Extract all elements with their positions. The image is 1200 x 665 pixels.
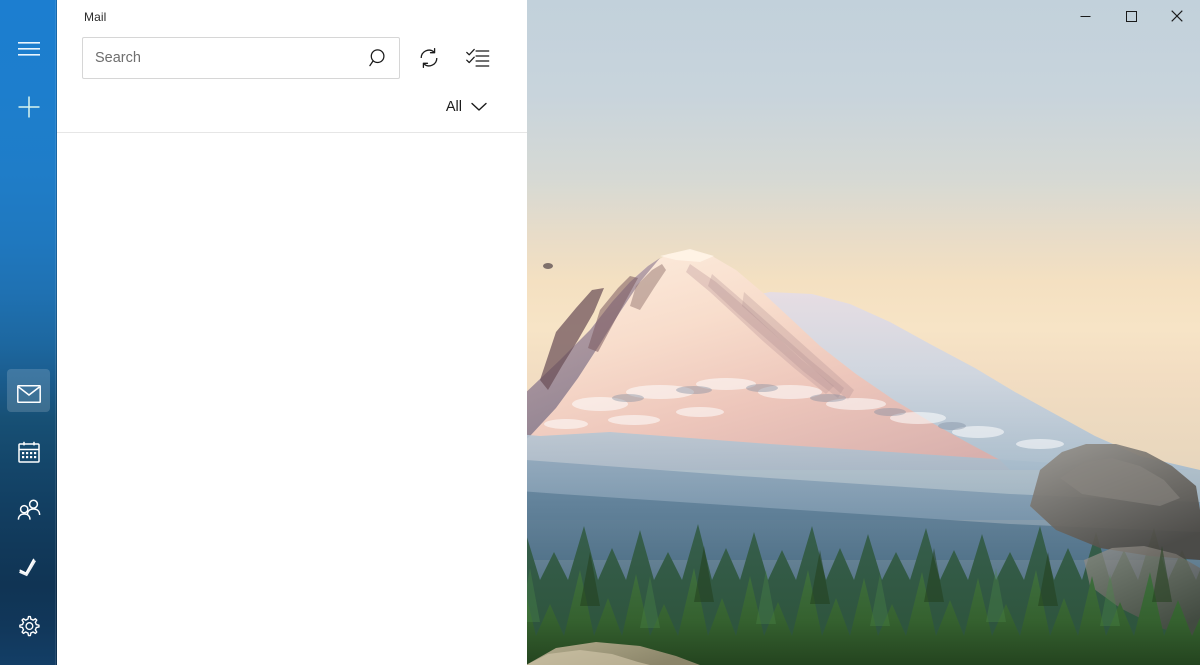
- search-box[interactable]: [82, 37, 400, 79]
- sidebar-item-calendar[interactable]: [0, 423, 57, 481]
- hamburger-menu-button[interactable]: [0, 20, 57, 78]
- message-list[interactable]: [57, 133, 527, 665]
- new-mail-button[interactable]: [0, 78, 57, 136]
- people-icon: [17, 499, 40, 520]
- gear-icon: [19, 615, 40, 636]
- calendar-icon: [17, 441, 40, 463]
- sidebar-item-todo[interactable]: [0, 539, 57, 597]
- sidebar-item-mail[interactable]: [0, 365, 57, 423]
- navigation-rail: [0, 0, 57, 665]
- search-row: [82, 34, 527, 82]
- selection-mode-icon: [466, 48, 490, 67]
- chevron-down-icon: [471, 102, 487, 111]
- sync-icon: [420, 47, 438, 69]
- todo-icon: [18, 558, 36, 577]
- search-input[interactable]: [83, 50, 359, 66]
- command-bar: All: [57, 34, 527, 132]
- search-icon: [368, 48, 385, 66]
- maximize-button[interactable]: [1108, 0, 1154, 32]
- mail-content-pane: Mail Search All: [57, 0, 527, 665]
- minimize-button[interactable]: [1062, 0, 1108, 32]
- sidebar-item-people[interactable]: [0, 481, 57, 539]
- window-controls: [1062, 0, 1200, 32]
- filter-dropdown[interactable]: All: [440, 94, 493, 120]
- message-list-empty-state: [57, 133, 527, 665]
- close-icon: [1171, 10, 1183, 22]
- minimize-icon: [1080, 15, 1090, 17]
- maximize-icon: [1125, 10, 1137, 22]
- filter-label: All: [445, 99, 462, 115]
- sync-button[interactable]: [409, 38, 449, 78]
- search-button[interactable]: [359, 38, 399, 78]
- filter-row: All: [82, 82, 527, 132]
- close-button[interactable]: [1154, 0, 1200, 32]
- sidebar-item-settings[interactable]: [0, 597, 57, 655]
- mail-app-window: Mail Search All: [0, 0, 527, 665]
- selection-mode-button[interactable]: [458, 38, 498, 78]
- mail-icon: [16, 385, 41, 403]
- plus-icon: [18, 96, 39, 118]
- app-title: Mail: [84, 10, 107, 24]
- hamburger-menu-icon: [17, 42, 40, 56]
- title-bar: Mail: [57, 0, 527, 34]
- screen: Mail Search All: [0, 0, 1200, 665]
